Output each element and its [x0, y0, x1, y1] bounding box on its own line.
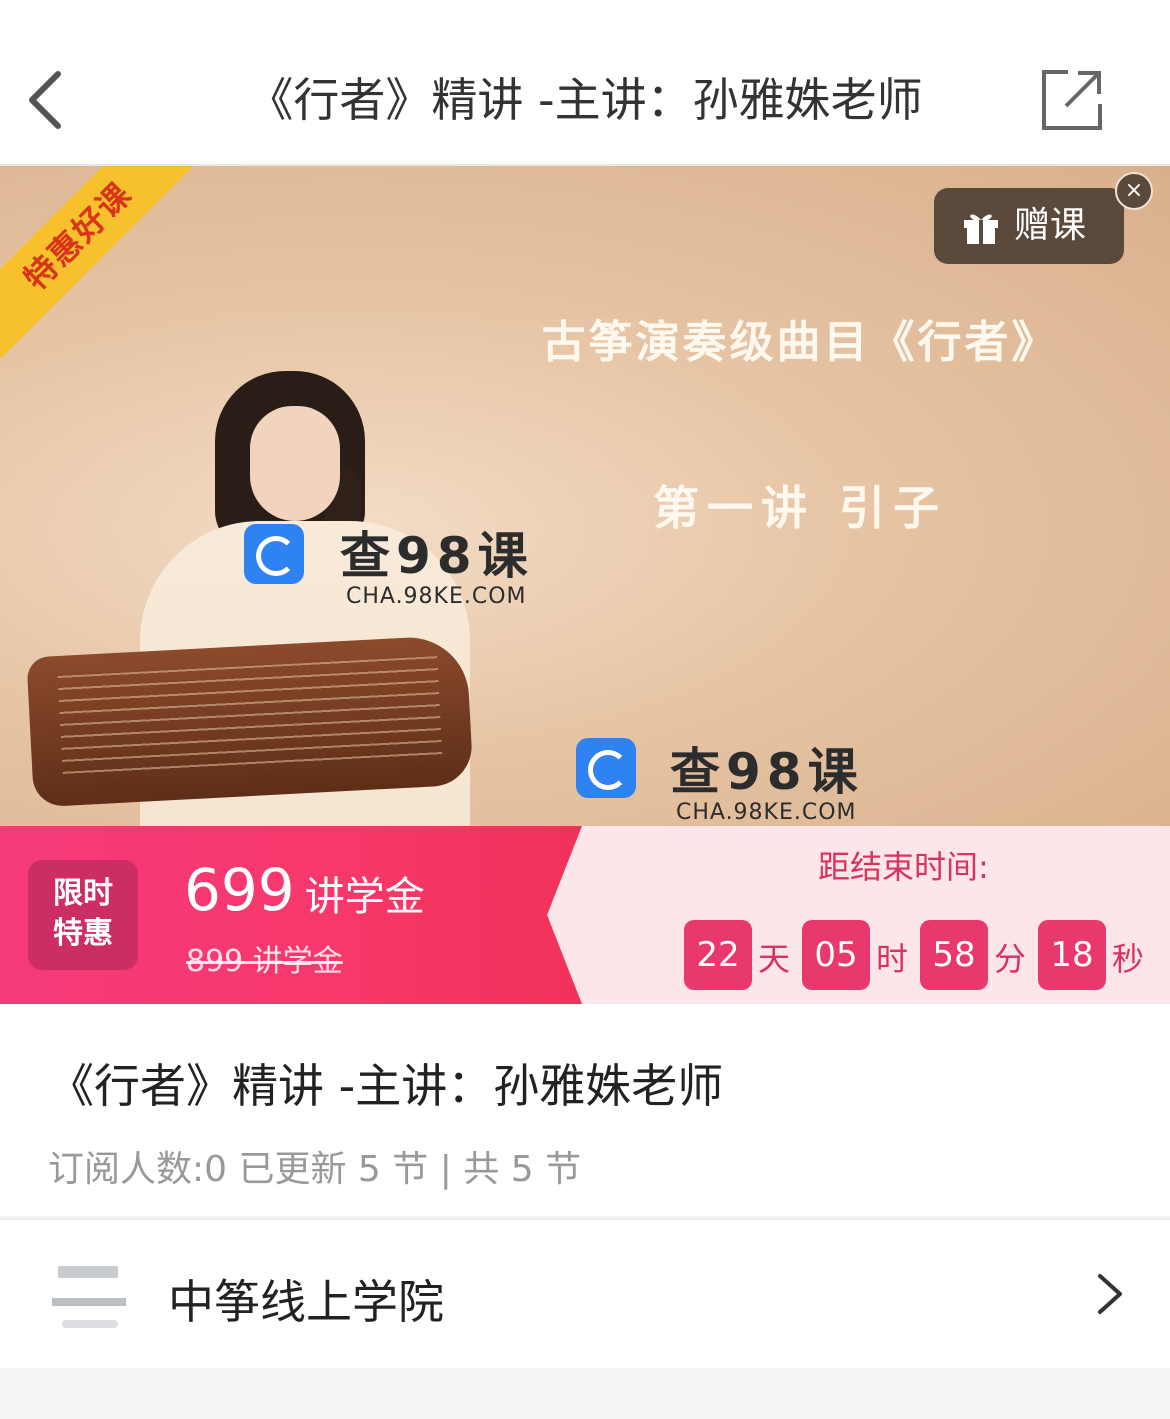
countdown-minutes: 58	[920, 920, 988, 990]
current-price: 699 讲学金	[184, 856, 425, 924]
provider-logo	[48, 1262, 130, 1342]
course-meta: 订阅人数:0 已更新 5 节 | 共 5 节	[48, 1149, 582, 1190]
watermark-text: 查98课	[340, 527, 534, 585]
watermark-logo-icon	[576, 738, 636, 798]
countdown-hours: 05	[802, 920, 870, 990]
gift-course-label: 赠课	[1014, 205, 1087, 246]
badge-line1: 限时	[53, 876, 113, 911]
watermark-url: CHA.98KE.COM	[676, 800, 857, 825]
promo-ribbon: 特惠好课	[0, 166, 200, 358]
watermark-text: 查98课	[670, 743, 864, 801]
badge-line2: 特惠	[53, 916, 113, 951]
watermark-logo-icon	[244, 524, 304, 584]
chevron-right-icon[interactable]	[1094, 1270, 1126, 1318]
gift-icon	[964, 214, 998, 244]
banner-headline: 古筝演奏级曲目《行者》	[541, 317, 1059, 368]
countdown-label: 距结束时间:	[818, 848, 989, 886]
limited-offer-badge: 限时 特惠	[28, 860, 138, 970]
watermark-url: CHA.98KE.COM	[346, 584, 527, 609]
price-unit: 讲学金	[304, 874, 425, 920]
provider-name[interactable]: 中筝线上学院	[168, 1266, 444, 1332]
countdown-days-unit: 天	[758, 940, 791, 978]
countdown-seconds: 18	[1038, 920, 1106, 990]
original-price: 899 讲学金	[186, 944, 343, 979]
close-icon[interactable]: ×	[1115, 172, 1153, 210]
banner-subline: 第一讲 引子	[652, 481, 947, 535]
external-share-icon[interactable]	[1040, 68, 1104, 132]
course-title: 《行者》精讲 -主讲：孙雅姝老师	[48, 1059, 724, 1113]
chevron-left-icon[interactable]	[22, 68, 70, 132]
performer-face	[250, 406, 340, 521]
countdown-seconds-unit: 秒	[1112, 940, 1145, 978]
page-title: 《行者》精讲 -主讲：孙雅姝老师	[247, 73, 923, 127]
countdown-hours-unit: 时	[876, 940, 909, 978]
price-value: 699	[184, 856, 295, 924]
nav-bar: 《行者》精讲 -主讲：孙雅姝老师	[0, 0, 1170, 166]
guzheng-strings	[57, 656, 443, 776]
countdown-minutes-unit: 分	[994, 940, 1027, 978]
countdown-days: 22	[684, 920, 752, 990]
